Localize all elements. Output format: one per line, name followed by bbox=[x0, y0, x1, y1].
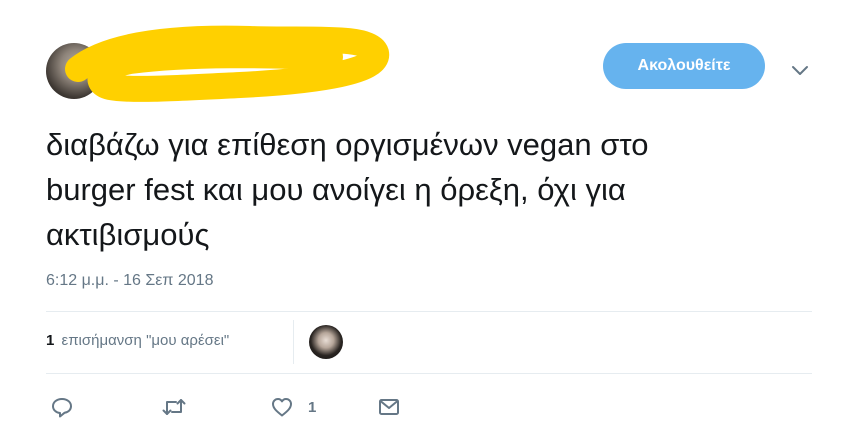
likes-stat[interactable]: 1 επισήμανση "μου αρέσει" bbox=[46, 332, 229, 349]
divider-top bbox=[46, 311, 812, 312]
like-button[interactable]: 1 bbox=[270, 393, 316, 421]
likes-label: επισήμανση "μου αρέσει" bbox=[61, 332, 230, 349]
stats-separator bbox=[293, 320, 294, 364]
liker-avatar[interactable] bbox=[309, 325, 343, 359]
envelope-icon bbox=[379, 399, 399, 415]
redaction-scribble bbox=[65, 25, 389, 102]
divider-bottom bbox=[46, 373, 812, 374]
tweet-timestamp[interactable]: 6:12 μ.μ. - 16 Σεπ 2018 bbox=[46, 272, 213, 290]
like-count: 1 bbox=[308, 398, 317, 416]
likes-count: 1 bbox=[46, 332, 55, 349]
direct-message-button[interactable] bbox=[377, 393, 401, 421]
reply-icon bbox=[52, 398, 72, 418]
follow-button[interactable]: Ακολουθείτε bbox=[603, 43, 765, 89]
tweet-text: διαβάζω για επίθεση οργισμένων vegan στο… bbox=[46, 127, 649, 252]
chevron-down-icon[interactable] bbox=[790, 60, 810, 80]
retweet-icon bbox=[162, 399, 186, 415]
retweet-button[interactable] bbox=[161, 393, 187, 421]
reply-button[interactable] bbox=[50, 393, 74, 421]
heart-icon bbox=[272, 398, 292, 417]
tweet-card: Ακολουθείτε διαβάζω για επίθεση οργισμέν… bbox=[0, 0, 859, 442]
